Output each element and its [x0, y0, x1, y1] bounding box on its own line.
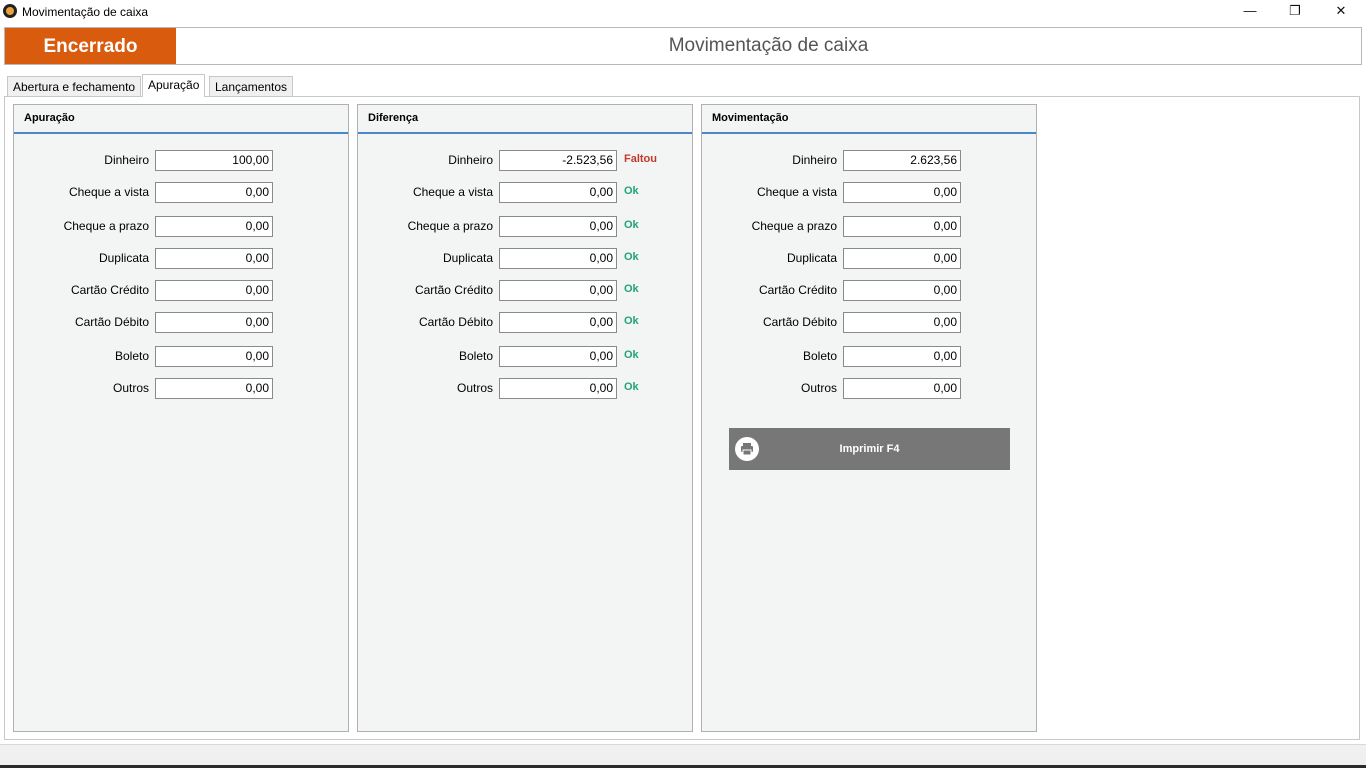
field-label: Boleto [458, 349, 493, 363]
print-button-label: Imprimir F4 [839, 443, 900, 455]
difference-status: Ok [624, 283, 639, 295]
window-title: Movimentação de caixa [22, 5, 149, 19]
minimize-button[interactable]: — [1227, 0, 1273, 23]
amount-input[interactable]: -2.523,56 [499, 150, 617, 171]
amount-input[interactable]: 100,00 [155, 150, 273, 171]
amount-input[interactable]: 0,00 [499, 312, 617, 333]
panel-title: Apuração [24, 112, 75, 124]
amount-input[interactable]: 0,00 [155, 248, 273, 269]
page-header: Encerrado Movimentação de caixa [4, 27, 1362, 65]
amount-input[interactable]: 0,00 [499, 280, 617, 301]
panel-title: Movimentação [712, 112, 789, 124]
difference-status: Ok [624, 315, 639, 327]
amount-input[interactable]: 0,00 [155, 312, 273, 333]
amount-input[interactable]: 0,00 [155, 216, 273, 237]
amount-input[interactable]: 0,00 [843, 280, 961, 301]
field-label: Cheque a vista [412, 185, 493, 199]
amount-input[interactable]: 0,00 [843, 216, 961, 237]
amount-input[interactable]: 0,00 [155, 280, 273, 301]
panel-divider [358, 132, 692, 134]
tab-lancamentos[interactable]: Lançamentos [209, 76, 294, 97]
amount-input[interactable]: 0,00 [499, 182, 617, 203]
tab-abertura-fechamento[interactable]: Abertura e fechamento [7, 76, 142, 97]
field-label: Cartão Débito [74, 315, 149, 329]
panel-divider [14, 132, 348, 134]
print-button[interactable]: Imprimir F4 [729, 428, 1010, 470]
app-logo-icon [3, 4, 17, 18]
amount-input[interactable]: 0,00 [499, 248, 617, 269]
amount-input[interactable]: 0,00 [843, 312, 961, 333]
printer-icon [735, 437, 759, 461]
amount-input[interactable]: 2.623,56 [843, 150, 961, 171]
field-label: Cartão Crédito [758, 283, 837, 297]
restore-button[interactable]: ❐ [1272, 0, 1318, 23]
field-label: Outros [800, 381, 837, 395]
field-label: Dinheiro [104, 153, 149, 167]
amount-input[interactable]: 0,00 [843, 248, 961, 269]
amount-input[interactable]: 0,00 [499, 216, 617, 237]
apuracao-panel: Apuração Dinheiro 100,00 Cheque a vista 0,0… [13, 104, 349, 732]
amount-input[interactable]: 0,00 [499, 346, 617, 367]
field-label: Cheque a prazo [751, 219, 837, 233]
page-title: Movimentação de caixa [668, 35, 869, 56]
movimentacao-panel: Movimentação Dinheiro 2.623,56 Cheque a vi… [701, 104, 1037, 732]
field-label: Cheque a vista [68, 185, 149, 199]
tab-apuracao[interactable]: Apuração [142, 74, 206, 97]
field-label: Boleto [802, 349, 837, 363]
field-label: Boleto [114, 349, 149, 363]
field-label: Duplicata [98, 251, 149, 265]
panel-divider [702, 132, 1036, 134]
amount-input[interactable]: 0,00 [155, 378, 273, 399]
amount-input[interactable]: 0,00 [155, 182, 273, 203]
diferenca-panel: Diferença Dinheiro -2.523,56 Faltou Cheque … [357, 104, 693, 732]
field-label: Cheque a prazo [63, 219, 149, 233]
window-titlebar: Movimentação de caixa — ❐ ✕ [0, 0, 1366, 23]
difference-status: Ok [624, 381, 639, 393]
amount-input[interactable]: 0,00 [843, 182, 961, 203]
amount-input[interactable]: 0,00 [155, 346, 273, 367]
difference-status: Ok [624, 185, 639, 197]
field-label: Cheque a vista [756, 185, 837, 199]
status-badge: Encerrado [5, 28, 176, 64]
field-label: Cartão Débito [762, 315, 837, 329]
amount-input[interactable]: 0,00 [843, 378, 961, 399]
difference-status: Ok [624, 219, 639, 231]
field-label: Duplicata [442, 251, 493, 265]
field-label: Outros [112, 381, 149, 395]
field-label: Cheque a prazo [407, 219, 493, 233]
field-label: Duplicata [786, 251, 837, 265]
difference-status: Faltou [624, 153, 657, 165]
field-label: Cartão Crédito [70, 283, 149, 297]
field-label: Cartão Crédito [414, 283, 493, 297]
field-label: Outros [456, 381, 493, 395]
amount-input[interactable]: 0,00 [843, 346, 961, 367]
close-button[interactable]: ✕ [1318, 0, 1364, 23]
field-label: Dinheiro [792, 153, 837, 167]
difference-status: Ok [624, 349, 639, 361]
panel-title: Diferença [368, 112, 419, 124]
difference-status: Ok [624, 251, 639, 263]
field-label: Dinheiro [448, 153, 493, 167]
field-label: Cartão Débito [418, 315, 493, 329]
amount-input[interactable]: 0,00 [499, 378, 617, 399]
status-bar [0, 744, 1366, 766]
